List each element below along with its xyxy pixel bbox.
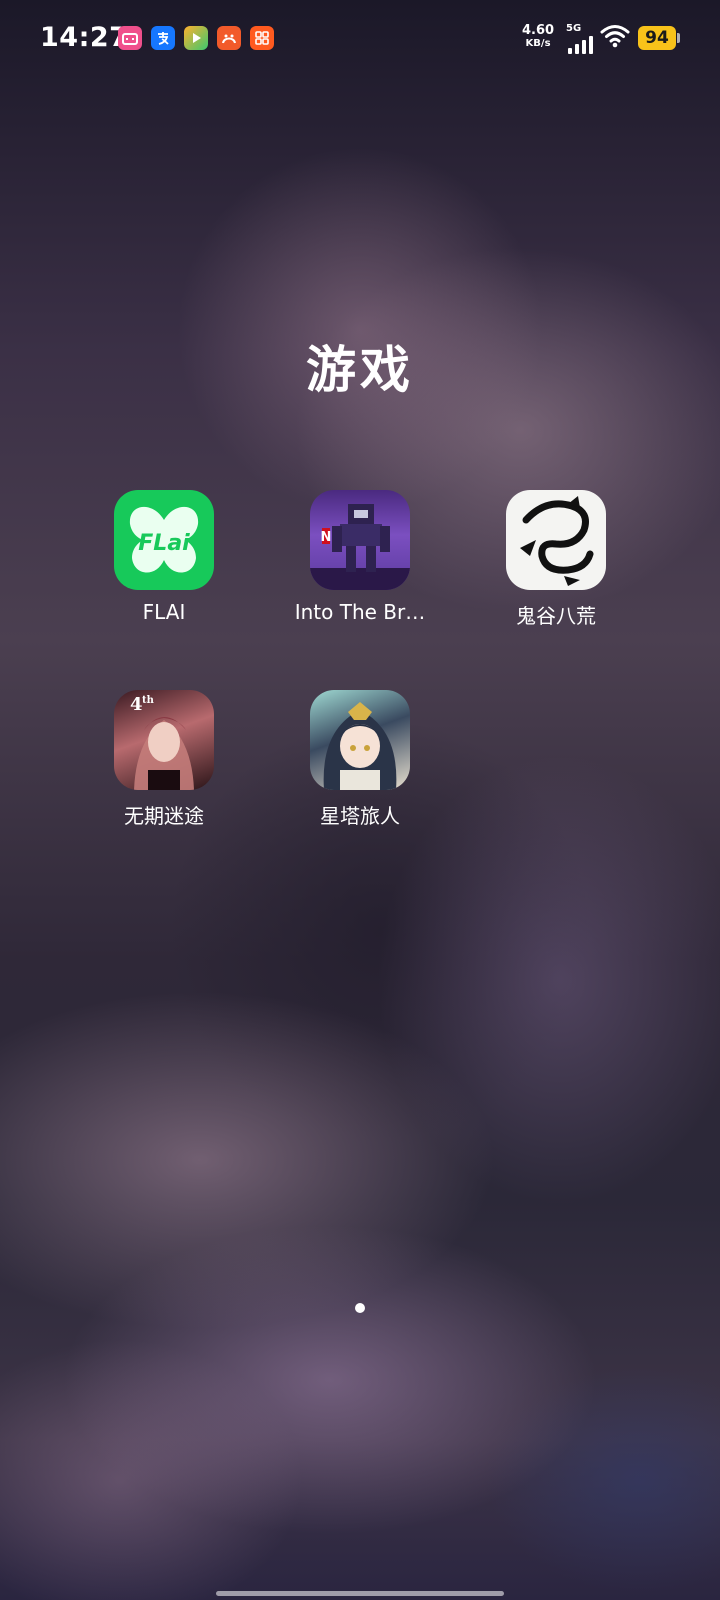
app-label: FLAI bbox=[142, 600, 186, 624]
network-speed-unit: KB/s bbox=[525, 38, 551, 49]
status-time: 14:27 bbox=[40, 22, 129, 53]
signal-bars-icon bbox=[568, 36, 593, 54]
folder-title[interactable]: 游戏 bbox=[0, 330, 720, 402]
app-label: 无期迷途 bbox=[124, 804, 204, 828]
battery-indicator: 94 bbox=[638, 26, 676, 50]
notification-icons bbox=[118, 26, 274, 50]
network-speed-value: 4.60 bbox=[522, 23, 555, 38]
svg-text:4: 4 bbox=[130, 694, 143, 715]
taobao-grid-icon bbox=[250, 26, 274, 50]
alipay-icon bbox=[151, 26, 175, 50]
flai-icon[interactable]: FLai bbox=[114, 490, 214, 590]
app-label: 星塔旅人 bbox=[320, 804, 400, 828]
into-the-breach-icon[interactable]: N bbox=[310, 490, 410, 590]
home-gesture-bar[interactable] bbox=[216, 1591, 504, 1596]
network-type: 5G bbox=[566, 23, 582, 34]
guigubahuang-icon[interactable] bbox=[506, 490, 606, 590]
status-bar: 14:27 4.60 KB/s 5G 94 bbox=[0, 0, 720, 76]
battery-nub bbox=[677, 33, 680, 43]
bilibili-icon bbox=[118, 26, 142, 50]
svg-text:th: th bbox=[142, 695, 155, 706]
app-into-the-breach[interactable]: N Into The Br… bbox=[270, 490, 450, 624]
page-indicator-dot bbox=[355, 1303, 365, 1313]
app-wuqimitu[interactable]: 4 th 无期迷途 bbox=[74, 690, 254, 829]
wuqimitu-icon[interactable]: 4 th bbox=[114, 690, 214, 790]
app-xingtalvren[interactable]: 星塔旅人 bbox=[270, 690, 450, 829]
app-label: Into The Br… bbox=[294, 600, 426, 624]
xingtalvren-icon[interactable] bbox=[310, 690, 410, 790]
app-guigubahuang[interactable]: 鬼谷八荒 bbox=[466, 490, 646, 629]
app-label: 鬼谷八荒 bbox=[516, 604, 596, 628]
network-speed: 4.60 KB/s bbox=[522, 24, 554, 49]
app-flai[interactable]: FLai FLAI bbox=[74, 490, 254, 624]
taobao-icon bbox=[217, 26, 241, 50]
svg-text:FLai: FLai bbox=[138, 531, 190, 556]
svg-text:N: N bbox=[321, 530, 332, 545]
wifi-icon bbox=[600, 24, 630, 52]
video-app-icon bbox=[184, 26, 208, 50]
